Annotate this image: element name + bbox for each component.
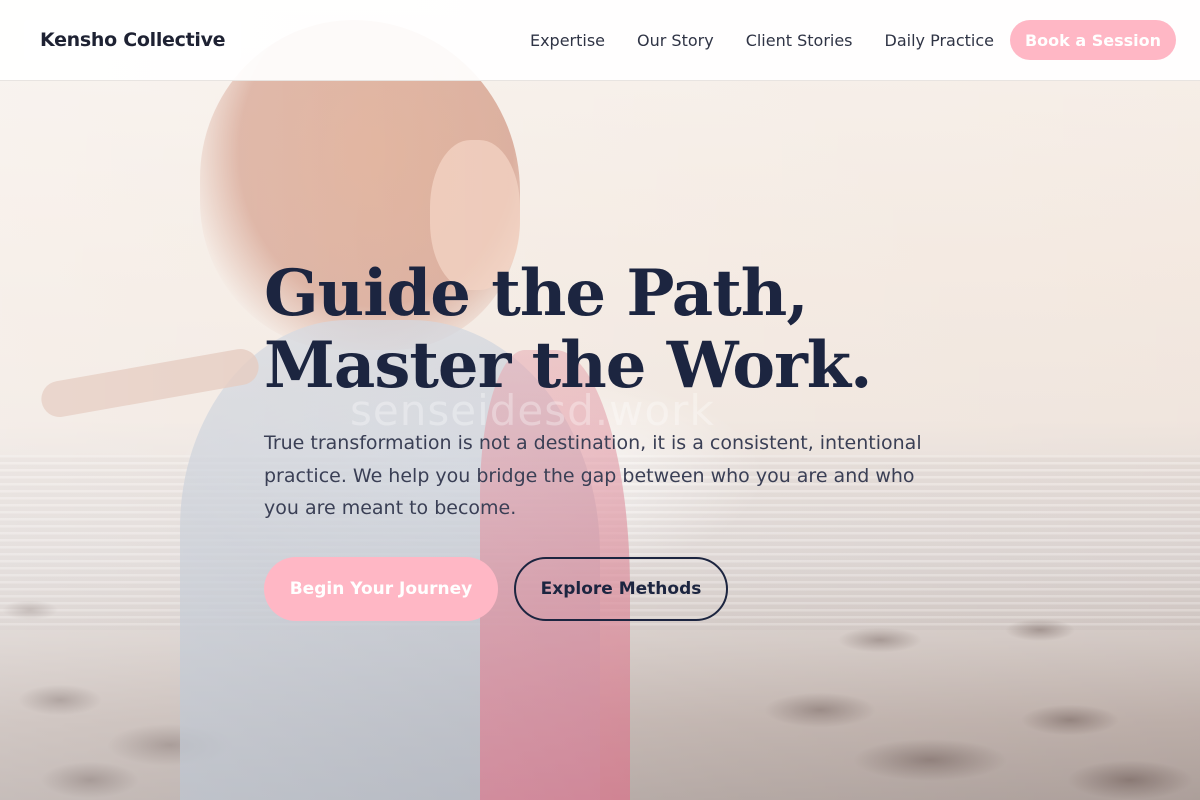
nav-link-our-story[interactable]: Our Story (637, 31, 714, 50)
nav-link-client-stories[interactable]: Client Stories (746, 31, 853, 50)
headline-line-1: Guide the Path, (264, 256, 809, 331)
page: senseidesd.work Kensho Collective Expert… (0, 0, 1200, 800)
site-header: Kensho Collective Expertise Our Story Cl… (0, 0, 1200, 81)
headline-line-2: Master the Work. (264, 328, 872, 403)
nav-link-daily-practice[interactable]: Daily Practice (885, 31, 994, 50)
nav-link-expertise[interactable]: Expertise (530, 31, 605, 50)
begin-journey-button[interactable]: Begin Your Journey (264, 557, 498, 621)
hero-subtext: True transformation is not a destination… (264, 432, 922, 519)
explore-methods-button[interactable]: Explore Methods (514, 557, 728, 621)
book-session-button[interactable]: Book a Session (1010, 20, 1176, 60)
main-nav: Expertise Our Story Client Stories Daily… (530, 0, 994, 80)
hero-headline: Guide the Path, Master the Work. (264, 258, 1024, 402)
brand-logo[interactable]: Kensho Collective (24, 20, 242, 60)
